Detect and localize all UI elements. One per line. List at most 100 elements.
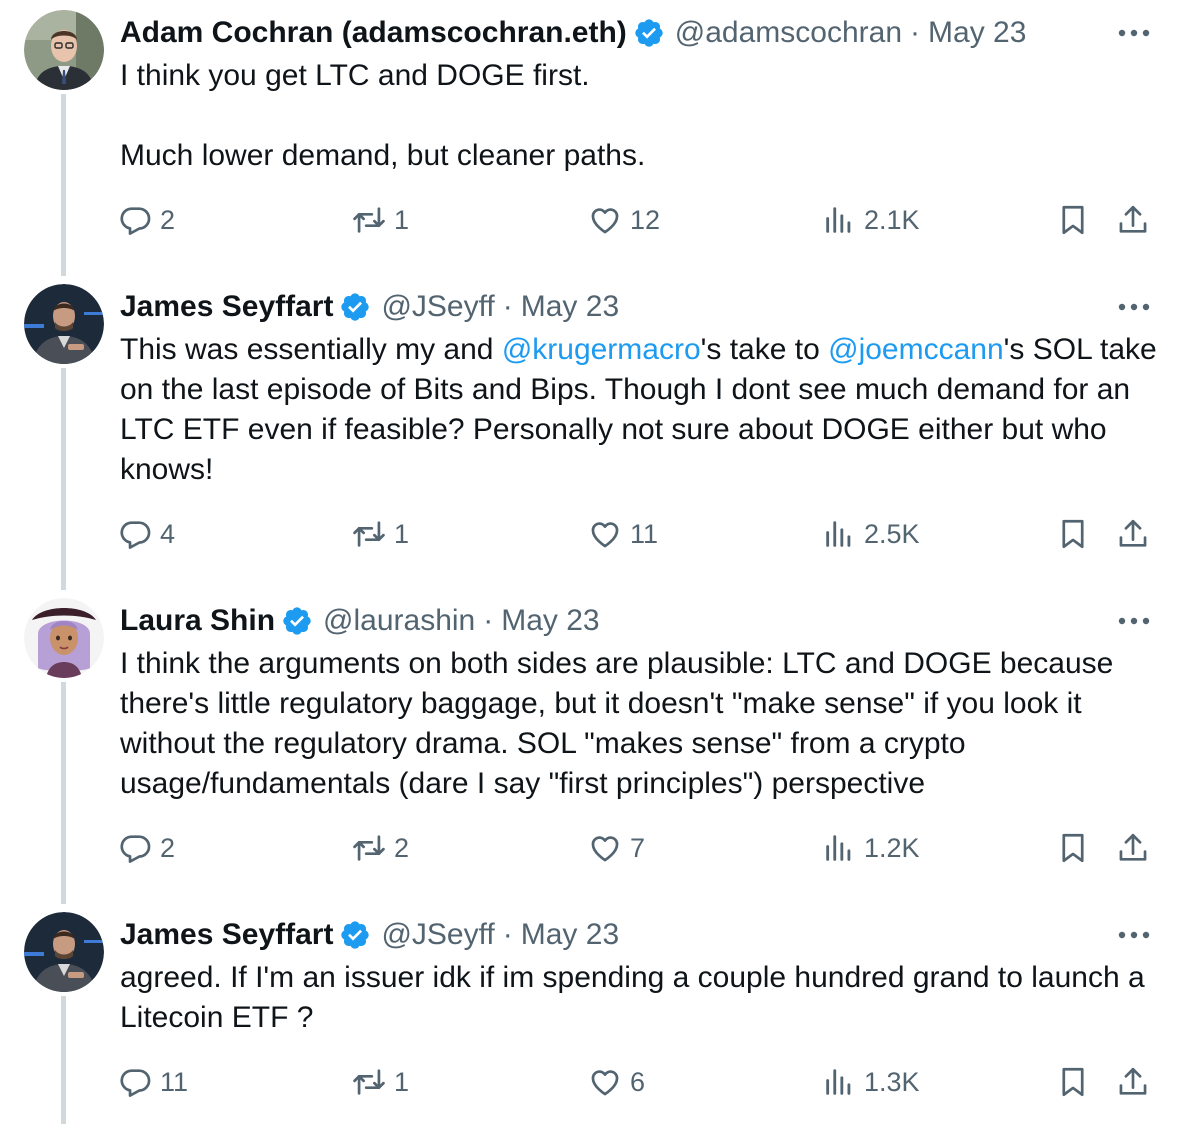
like-button[interactable]: 7: [588, 826, 645, 870]
repost-button[interactable]: 1: [352, 1060, 409, 1104]
separator-dot: ·: [910, 16, 921, 49]
reply-count: 11: [160, 1066, 189, 1097]
user-handle[interactable]: @adamscochran: [675, 16, 902, 50]
mention-link[interactable]: @joemccann: [828, 333, 1004, 366]
more-dots-icon[interactable]: [1114, 288, 1154, 326]
repost-button[interactable]: 2: [352, 826, 409, 870]
reply-icon: [120, 1069, 151, 1097]
user-handle[interactable]: @JSeyff: [381, 290, 494, 324]
separator-dot: ·: [502, 918, 513, 951]
verified-badge-icon: [339, 919, 371, 951]
views-bar-chart-icon: [826, 521, 851, 547]
avatar[interactable]: [24, 284, 104, 364]
retweet-icon: [353, 521, 385, 547]
tweet-text: agreed. If I'm an issuer idk if im spend…: [120, 958, 1160, 1038]
share-button[interactable]: [1116, 198, 1150, 242]
bookmark-icon: [1062, 519, 1084, 549]
view-count: 1.3K: [864, 1066, 920, 1097]
views-button[interactable]: 2.1K: [822, 198, 920, 242]
tweet-text: I think you get LTC and DOGE first. Much…: [120, 56, 1160, 176]
avatar[interactable]: [24, 912, 104, 992]
heart-icon: [591, 208, 619, 234]
reply-button[interactable]: 2: [118, 198, 175, 242]
retweet-icon: [353, 207, 385, 233]
tweet-3[interactable]: Laura Shin @laurashin · May 23 I think t…: [0, 588, 1180, 904]
like-button[interactable]: 11: [588, 512, 658, 556]
share-icon: [1119, 1067, 1147, 1095]
verified-badge-icon: [633, 17, 665, 49]
tweet-date[interactable]: May 23: [501, 604, 599, 638]
tweet-date[interactable]: May 23: [928, 16, 1026, 50]
tweet-actions: 2 1 12 2.1K: [118, 198, 1160, 242]
share-icon: [1119, 205, 1147, 233]
display-name[interactable]: James Seyffart: [120, 290, 333, 324]
mention-link[interactable]: @krugermacro: [502, 333, 701, 366]
repost-count: 1: [394, 204, 410, 235]
bookmark-button[interactable]: [1056, 512, 1090, 556]
retweet-icon: [353, 1069, 385, 1095]
like-count: 12: [630, 204, 661, 235]
views-bar-chart-icon: [826, 1069, 851, 1095]
tweet-date[interactable]: May 23: [521, 290, 619, 324]
tweet-text: I think the arguments on both sides are …: [120, 644, 1160, 804]
verified-badge-icon: [281, 605, 313, 637]
thread-connector-line: [61, 94, 66, 276]
views-button[interactable]: 1.2K: [822, 826, 920, 870]
like-button[interactable]: 12: [588, 198, 660, 242]
views-button[interactable]: 2.5K: [822, 512, 920, 556]
separator-dot: ·: [483, 604, 494, 637]
reply-count: 2: [160, 832, 176, 863]
like-button[interactable]: 6: [588, 1060, 645, 1104]
display-name[interactable]: James Seyffart: [120, 918, 333, 952]
reply-button[interactable]: 11: [118, 1060, 188, 1104]
tweet-header: James Seyffart @JSeyff · May 23: [120, 916, 619, 954]
more-dots-icon[interactable]: [1114, 602, 1154, 640]
reply-button[interactable]: 2: [118, 826, 175, 870]
repost-count: 1: [394, 1066, 410, 1097]
bookmark-button[interactable]: [1056, 198, 1090, 242]
bookmark-button[interactable]: [1056, 1060, 1090, 1104]
heart-icon: [591, 1070, 619, 1096]
thread-connector-line: [61, 368, 66, 590]
share-button[interactable]: [1116, 826, 1150, 870]
views-button[interactable]: 1.3K: [822, 1060, 920, 1104]
tweet-4[interactable]: James Seyffart @JSeyff · May 23 agreed. …: [0, 902, 1180, 1124]
share-button[interactable]: [1116, 1060, 1150, 1104]
share-button[interactable]: [1116, 512, 1150, 556]
repost-button[interactable]: 1: [352, 512, 409, 556]
views-bar-chart-icon: [826, 207, 851, 233]
tweet-date[interactable]: May 23: [521, 918, 619, 952]
tweet-1[interactable]: Adam Cochran (adamscochran.eth) @adamsco…: [0, 0, 1180, 276]
tweet-header: Adam Cochran (adamscochran.eth) @adamsco…: [120, 14, 1026, 52]
avatar[interactable]: [24, 598, 104, 678]
user-handle[interactable]: @laurashin: [323, 604, 475, 638]
more-dots-icon[interactable]: [1114, 14, 1154, 52]
more-dots-icon[interactable]: [1114, 916, 1154, 954]
user-handle[interactable]: @JSeyff: [381, 918, 494, 952]
display-name[interactable]: Laura Shin: [120, 604, 275, 638]
bookmark-button[interactable]: [1056, 826, 1090, 870]
repost-count: 1: [394, 518, 410, 549]
reply-icon: [120, 207, 151, 235]
view-count: 2.1K: [864, 204, 920, 235]
reply-count: 2: [160, 204, 176, 235]
share-icon: [1119, 519, 1147, 547]
repost-button[interactable]: 1: [352, 198, 409, 242]
reply-icon: [120, 521, 151, 549]
heart-icon: [591, 836, 619, 862]
like-count: 7: [630, 832, 646, 863]
reply-button[interactable]: 4: [118, 512, 175, 556]
like-count: 6: [630, 1066, 646, 1097]
tweet-text-segment: 's take to: [700, 333, 829, 366]
thread-connector-line: [61, 682, 66, 904]
share-icon: [1119, 833, 1147, 861]
thread-connector-line: [61, 996, 66, 1124]
retweet-icon: [353, 835, 385, 861]
tweet-text-segment: agreed. If I'm an issuer idk if im spend…: [120, 961, 1154, 1034]
display-name[interactable]: Adam Cochran (adamscochran.eth): [120, 16, 627, 50]
tweet-2[interactable]: James Seyffart @JSeyff · May 23 This was…: [0, 274, 1180, 590]
tweet-text: This was essentially my and @krugermacro…: [120, 330, 1160, 490]
tweet-text-segment: This was essentially my and: [120, 333, 502, 366]
repost-count: 2: [394, 832, 410, 863]
avatar[interactable]: [24, 10, 104, 90]
